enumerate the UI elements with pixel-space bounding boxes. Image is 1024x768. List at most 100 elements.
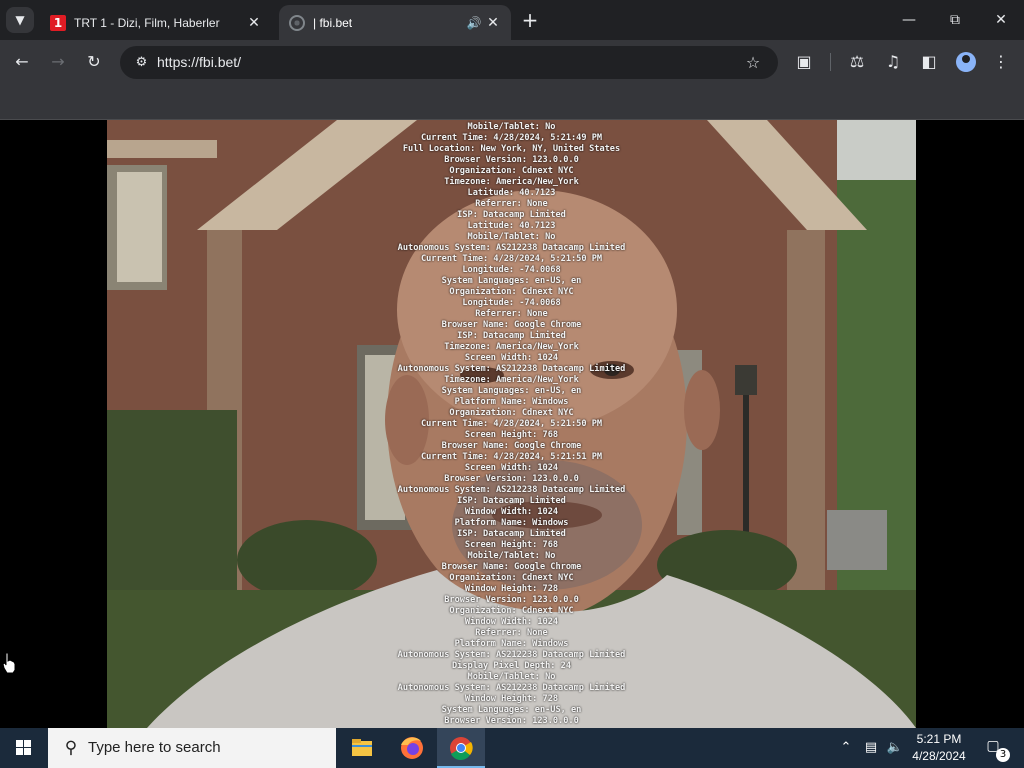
log-line: Timezone: America/New_York [444, 342, 579, 352]
browser-toolbar: ← → ↻ ⚙ https://fbi.bet/ ☆ ▣ ⚖ ♫ ◧ ⋮ [0, 40, 1024, 85]
log-line: Referrer: None [475, 199, 548, 209]
log-line: Screen Width: 1024 [464, 353, 559, 363]
bookmark-star-icon[interactable]: ☆ [740, 49, 766, 76]
log-line: Window Height: 728 [464, 584, 559, 594]
tab-title: TRT 1 - Dizi, Film, Haberler [74, 15, 220, 30]
log-line: Organization: Cdnext NYC [449, 287, 574, 297]
log-line: Screen Height: 768 [464, 540, 559, 550]
labs-flask-icon[interactable]: ⚖ [843, 48, 871, 76]
log-line: Browser Version: 123.0.0.0 [444, 474, 579, 484]
start-button[interactable] [0, 728, 48, 768]
clock-date: 4/28/2024 [912, 749, 966, 763]
log-line: Display Pixel Depth: 24 [452, 661, 571, 671]
restore-button[interactable]: ⧉ [932, 0, 978, 40]
notification-badge: 3 [996, 748, 1010, 762]
tab-trt1[interactable]: 1 TRT 1 - Dizi, Film, Haberler ✕ [40, 5, 272, 40]
speaker-icon[interactable]: 🔊 [465, 16, 483, 30]
log-line: Browser Version: 123.0.0.0 [444, 595, 579, 605]
tab-fbi-bet[interactable]: | fbi.bet 🔊 ✕ [279, 5, 511, 40]
hand-cursor-icon [2, 652, 16, 674]
log-line: Organization: Cdnext NYC [449, 573, 574, 583]
log-line: Screen Height: 768 [464, 430, 559, 440]
tab-strip: ▼ 1 TRT 1 - Dizi, Film, Haberler ✕ | fbi… [0, 0, 1024, 40]
network-icon[interactable]: ▤ [861, 738, 881, 758]
log-line: Mobile/Tablet: No [467, 232, 556, 242]
globe-icon [289, 14, 305, 31]
log-line: System Languages: en-US, en [441, 276, 582, 286]
tab-search-button[interactable]: ▼ [6, 7, 34, 33]
log-line: Browser Name: Google Chrome [441, 562, 582, 572]
back-button[interactable]: ← [8, 48, 36, 76]
log-line: Longitude: -74.0068 [462, 298, 561, 308]
log-line: Latitude: 40.7123 [467, 221, 556, 231]
chevron-down-icon: ▼ [15, 13, 25, 27]
log-line: Current Time: 4/28/2024, 5:21:50 PM [420, 254, 603, 264]
log-line: Autonomous System: AS212238 Datacamp Lim… [397, 650, 626, 660]
log-line: Longitude: -74.0068 [462, 265, 561, 275]
new-tab-button[interactable]: + [518, 9, 542, 33]
file-explorer-taskbar-button[interactable] [338, 728, 386, 768]
volume-muted-icon[interactable]: 🔈 [885, 738, 905, 758]
taskbar-search-box[interactable]: ⚲ Type here to search [48, 728, 336, 768]
log-line: ISP: Datacamp Limited [457, 210, 566, 220]
visitor-info-log: Mobile/Tablet: No Current Time: 4/28/2024… [107, 122, 916, 727]
media-control-icon[interactable]: ♫ [879, 48, 907, 76]
log-line: Referrer: None [475, 628, 548, 638]
log-line: Autonomous System: AS212238 Datacamp Lim… [397, 485, 626, 495]
chrome-taskbar-button[interactable] [437, 728, 485, 768]
log-line: Browser Version: 123.0.0.0 [444, 716, 579, 726]
menu-kebab-icon[interactable]: ⋮ [987, 48, 1015, 76]
search-placeholder[interactable]: Type here to search [88, 739, 221, 756]
log-line: Mobile/Tablet: No [467, 551, 556, 561]
log-line: Full Location: New York, NY, United Stat… [402, 144, 621, 154]
log-line: System Languages: en-US, en [441, 386, 582, 396]
reload-button[interactable]: ↻ [80, 48, 108, 76]
close-icon[interactable]: ✕ [244, 15, 264, 31]
extensions-icon[interactable]: ▣ [790, 48, 818, 76]
log-line: Timezone: America/New_York [444, 177, 579, 187]
search-icon: ⚲ [64, 738, 78, 758]
log-line: Platform Name: Windows [454, 397, 569, 407]
log-line: Current Time: 4/28/2024, 5:21:49 PM [420, 133, 603, 143]
close-window-button[interactable]: ✕ [978, 0, 1024, 40]
log-line: Mobile/Tablet: No [467, 672, 556, 682]
chrome-icon [450, 737, 473, 760]
log-line: Autonomous System: AS212238 Datacamp Lim… [397, 364, 626, 374]
taskbar-clock[interactable]: 5:21 PM 4/28/2024 [904, 731, 974, 765]
log-line: Organization: Cdnext NYC [449, 606, 574, 616]
site-info-icon[interactable]: ⚙ [128, 49, 155, 76]
file-explorer-icon [352, 739, 372, 756]
tab-title: | fbi.bet [313, 15, 353, 30]
url-text[interactable]: https://fbi.bet/ [157, 54, 241, 70]
log-line: Screen Width: 1024 [464, 463, 559, 473]
firefox-icon [401, 737, 423, 759]
bookmarks-bar [0, 85, 1024, 120]
address-bar[interactable]: ⚙ https://fbi.bet/ ☆ [120, 46, 778, 79]
log-line: Window Height: 728 [464, 694, 559, 704]
chevron-up-icon[interactable]: ⌃ [836, 738, 856, 758]
log-line: Latitude: 40.7123 [467, 188, 556, 198]
toolbar-divider [830, 53, 831, 71]
firefox-taskbar-button[interactable] [388, 728, 436, 768]
screen: ▼ 1 TRT 1 - Dizi, Film, Haberler ✕ | fbi… [0, 0, 1024, 768]
log-line: ISP: Datacamp Limited [457, 496, 566, 506]
minimize-button[interactable]: — [886, 0, 932, 40]
log-line: Window Width: 1024 [464, 617, 559, 627]
log-line: Referrer: None [475, 309, 548, 319]
log-line: Browser Name: Google Chrome [441, 320, 582, 330]
log-line: Platform Name: Windows [454, 518, 569, 528]
page-viewport: Mobile/Tablet: No Current Time: 4/28/2024… [0, 120, 1024, 728]
windows-logo-icon [16, 740, 31, 755]
log-line: Autonomous System: AS212238 Datacamp Lim… [397, 683, 626, 693]
trt-icon: 1 [50, 14, 66, 31]
clock-time: 5:21 PM [916, 732, 962, 746]
log-line: Organization: Cdnext NYC [449, 166, 574, 176]
log-line: Timezone: America/New_York [444, 375, 579, 385]
log-line: Organization: Cdnext NYC [449, 408, 574, 418]
log-line: Mobile/Tablet: No [467, 122, 556, 132]
forward-button[interactable]: → [44, 48, 72, 76]
side-panel-icon[interactable]: ◧ [915, 48, 943, 76]
log-line: Browser Name: Google Chrome [441, 441, 582, 451]
profile-avatar[interactable] [956, 52, 976, 72]
close-icon[interactable]: ✕ [483, 15, 503, 31]
